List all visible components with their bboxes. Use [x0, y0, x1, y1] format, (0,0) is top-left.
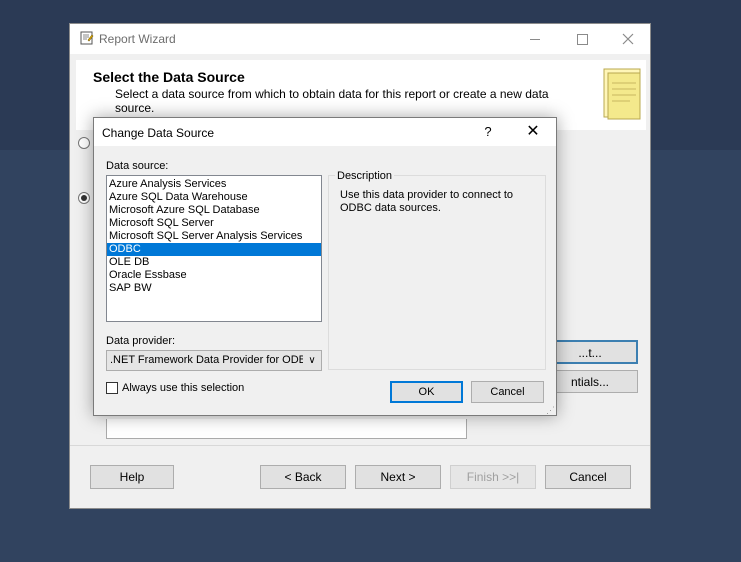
data-source-item[interactable]: Microsoft SQL Server: [107, 217, 321, 230]
data-provider-label: Data provider:: [106, 335, 176, 347]
cancel-button[interactable]: Cancel: [545, 465, 631, 489]
data-source-item[interactable]: Azure Analysis Services: [107, 178, 321, 191]
data-source-list[interactable]: Azure Analysis Services Azure SQL Data Wa…: [106, 175, 322, 322]
notes-icon: [603, 68, 641, 120]
maximize-icon: [577, 34, 588, 45]
maximize-button[interactable]: [559, 27, 605, 51]
data-source-label: Data source:: [106, 160, 169, 172]
wizard-title: Report Wizard: [99, 32, 176, 46]
description-label: Description: [335, 170, 395, 182]
wizard-separator: [70, 445, 650, 446]
data-source-item[interactable]: Microsoft SQL Server Analysis Services: [107, 230, 321, 243]
wizard-titlebar: Report Wizard: [70, 24, 650, 54]
shared-data-source-radio[interactable]: [78, 137, 90, 149]
data-source-item[interactable]: OLE DB: [107, 256, 321, 269]
always-use-label: Always use this selection: [122, 382, 245, 394]
data-provider-select[interactable]: .NET Framework Data Provider for ODBC ∨: [106, 350, 322, 371]
new-data-source-radio[interactable]: [78, 192, 90, 204]
data-source-item[interactable]: Microsoft Azure SQL Database: [107, 204, 321, 217]
resize-grip-icon[interactable]: ⋰: [546, 405, 556, 415]
minimize-icon: [530, 39, 540, 40]
minimize-button[interactable]: [513, 27, 559, 51]
dialog-title: Change Data Source: [102, 126, 215, 140]
page-title: Select the Data Source: [93, 69, 245, 85]
data-source-item[interactable]: Azure SQL Data Warehouse: [107, 191, 321, 204]
chevron-down-icon: ∨: [303, 351, 321, 370]
help-button[interactable]: Help: [90, 465, 174, 489]
edit-button-label: ...t...: [578, 346, 602, 360]
dialog-close-icon[interactable]: ✕: [518, 121, 548, 143]
connection-string-box[interactable]: [106, 419, 467, 439]
credentials-button-label: ntials...: [570, 375, 609, 389]
data-source-item[interactable]: SAP BW: [107, 282, 321, 295]
next-button[interactable]: Next >: [355, 465, 441, 489]
dialog-titlebar: Change Data Source ? ✕: [94, 118, 556, 146]
page-subtitle: Select a data source from which to obtai…: [115, 87, 549, 115]
close-icon: [622, 33, 634, 45]
data-source-item[interactable]: ODBC: [107, 243, 321, 256]
always-use-checkbox[interactable]: [106, 382, 118, 394]
back-button[interactable]: < Back: [260, 465, 346, 489]
ok-button[interactable]: OK: [390, 381, 463, 403]
close-button[interactable]: [605, 27, 651, 51]
dialog-cancel-button[interactable]: Cancel: [471, 381, 544, 403]
report-wizard-icon: [80, 31, 94, 45]
data-source-item[interactable]: Oracle Essbase: [107, 269, 321, 282]
finish-button[interactable]: Finish >>|: [450, 465, 536, 489]
data-provider-value: .NET Framework Data Provider for ODBC: [110, 354, 314, 366]
description-text: Use this data provider to connect to ODB…: [340, 189, 514, 214]
change-data-source-dialog: Change Data Source ? ✕ Data source: Azur…: [93, 117, 557, 416]
help-icon[interactable]: ?: [476, 121, 500, 143]
